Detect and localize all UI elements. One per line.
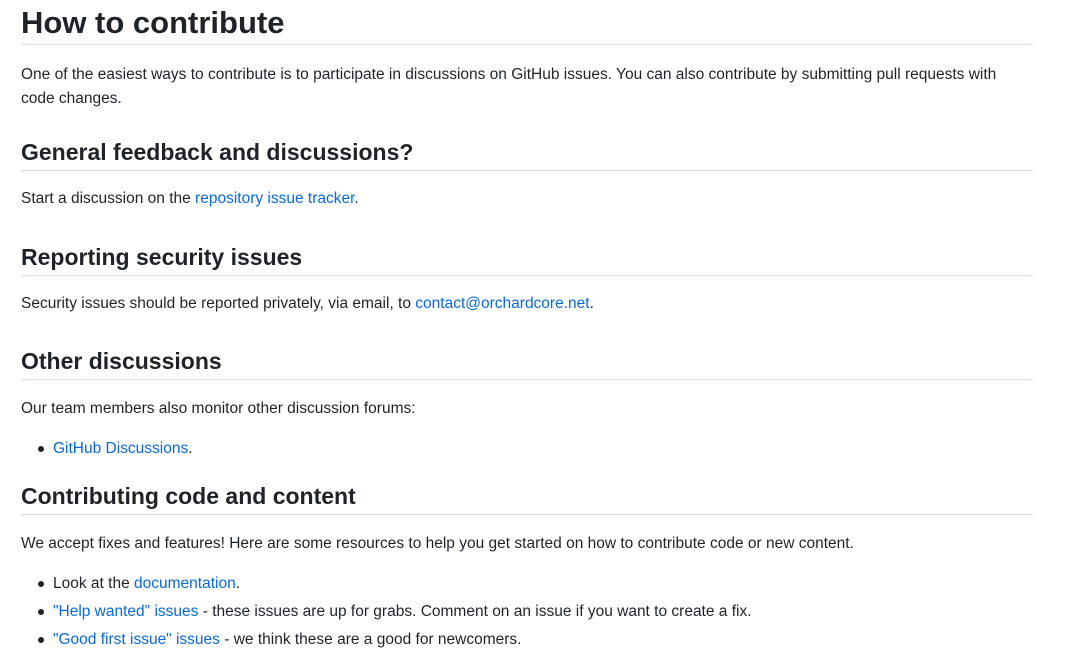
intro-paragraph: One of the easiest ways to contribute is… — [21, 66, 997, 107]
security-issues-paragraph: Security issues should be reported priva… — [21, 292, 1033, 316]
contact-email-link[interactable]: contact@orchardcore.net — [415, 295, 589, 312]
list-item-text: . — [188, 440, 193, 457]
security-issues-heading: Reporting security issues — [21, 242, 1033, 276]
markdown-document: How to contribute One of the easiest way… — [21, 0, 1033, 652]
contributing-code-paragraph: We accept fixes and features! Here are s… — [21, 535, 854, 552]
repository-issue-tracker-link[interactable]: repository issue tracker — [195, 190, 354, 207]
list-item-text-before: Look at the — [53, 575, 135, 592]
other-discussions-list: GitHub Discussions. — [21, 437, 1033, 461]
github-discussions-link[interactable]: GitHub Discussions — [53, 440, 188, 457]
security-text-before: Security issues should be reported priva… — [21, 295, 416, 312]
general-text-after: . — [354, 190, 359, 207]
list-item-text-after: - we think these are a good for newcomer… — [219, 631, 522, 648]
documentation-link[interactable]: documentation — [134, 575, 236, 592]
good-first-issue-link[interactable]: "Good first issue" issues — [53, 631, 220, 648]
contributing-code-heading: Contributing code and content — [21, 481, 1033, 515]
list-item: "Help wanted" issues - these issues are … — [38, 600, 1033, 624]
list-item: Look at the documentation. — [38, 572, 1033, 596]
general-feedback-heading: General feedback and discussions? — [21, 137, 1033, 171]
page-title: How to contribute — [21, 0, 1033, 45]
general-feedback-paragraph: Start a discussion on the repository iss… — [21, 187, 1033, 211]
list-item: GitHub Discussions. — [38, 437, 1033, 461]
other-discussions-paragraph: Our team members also monitor other disc… — [21, 400, 416, 417]
other-discussions-heading: Other discussions — [21, 346, 1033, 380]
help-wanted-issues-link[interactable]: "Help wanted" issues — [53, 603, 198, 620]
list-item: "Good first issue" issues - we think the… — [38, 628, 1033, 652]
security-text-after: . — [589, 295, 594, 312]
general-text-before: Start a discussion on the — [21, 190, 196, 207]
list-item-text-after: . — [235, 575, 241, 592]
list-item-text-after: - these issues are up for grabs. Comment… — [198, 603, 752, 620]
contributing-resources-list: Look at the documentation. "Help wanted"… — [21, 572, 1033, 652]
